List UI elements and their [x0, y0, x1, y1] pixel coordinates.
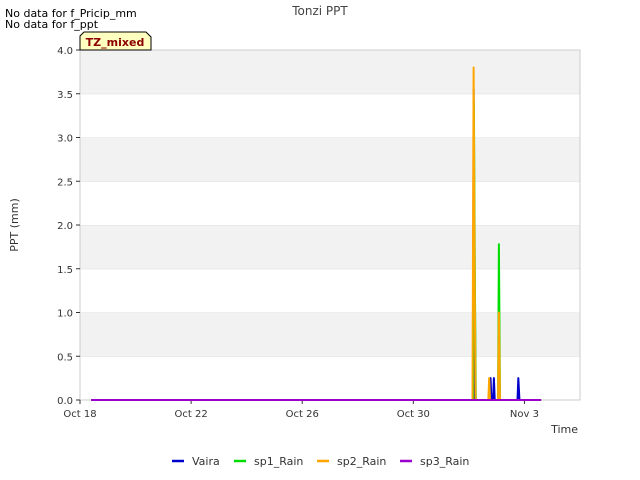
chart: 0.0 0.5 1.0 1.5 2.0 2.5 3.0 3.5 4.0 Oct 18 Oct 22…	[8, 4, 581, 468]
grid-band	[80, 181, 580, 225]
y-tick-label: 2.5	[57, 177, 73, 188]
grid-band	[80, 356, 580, 400]
tag-box: TZ_mixed	[79, 31, 152, 51]
y-tick-label: 4.0	[57, 46, 73, 57]
grid-band	[80, 137, 580, 182]
legend-label: Vaira	[192, 455, 220, 468]
y-axis-label: PPT (mm)	[8, 198, 21, 252]
x-tick-label: Oct 26	[286, 409, 319, 420]
chart-title: Tonzi PPT	[291, 4, 348, 18]
legend-label: sp2_Rain	[337, 455, 386, 468]
grid-band	[80, 225, 580, 269]
grid-band	[80, 312, 580, 357]
y-tick-label: 2.0	[57, 221, 73, 232]
legend-label: sp1_Rain	[254, 455, 303, 468]
x-tick-label: Oct 22	[175, 409, 208, 420]
x-axis-ticks: Oct 18 Oct 22 Oct 26 Oct 30 Nov 3	[63, 400, 539, 420]
y-tick-label: 3.0	[57, 134, 73, 145]
x-tick-label: Oct 30	[397, 409, 430, 420]
legend: Vaira sp1_Rain sp2_Rain sp3_Rain	[172, 455, 469, 468]
y-tick-label: 1.0	[57, 309, 73, 320]
grid-band	[80, 268, 580, 313]
grid-bands	[80, 49, 580, 400]
y-tick-label: 0.0	[57, 396, 73, 407]
tag-label: TZ_mixed	[86, 36, 145, 49]
y-tick-label: 3.5	[57, 90, 73, 101]
y-tick-label: 0.5	[57, 352, 73, 363]
x-axis-label: Time	[550, 423, 578, 436]
y-axis-ticks: 0.0 0.5 1.0 1.5 2.0 2.5 3.0 3.5 4.0	[57, 46, 80, 407]
grid-band	[80, 50, 580, 94]
x-tick-label: Oct 18	[63, 409, 96, 420]
x-tick-label: Nov 3	[510, 409, 539, 420]
grid-band	[80, 93, 580, 138]
y-tick-label: 1.5	[57, 265, 73, 276]
legend-label: sp3_Rain	[420, 455, 469, 468]
